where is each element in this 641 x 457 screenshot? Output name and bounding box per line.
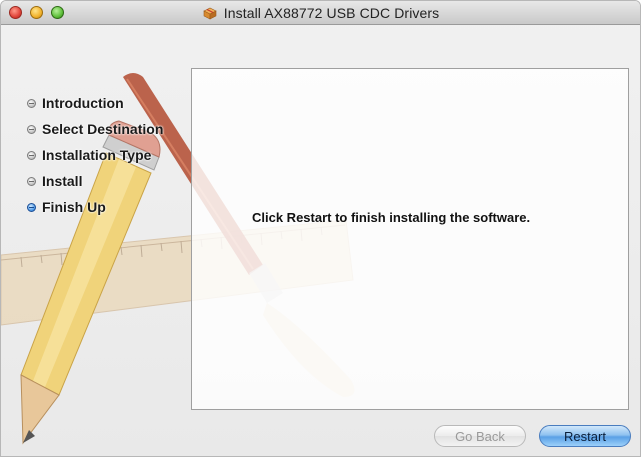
content-pane: Click Restart to finish installing the s… (191, 68, 629, 410)
step-bullet-icon (27, 124, 36, 134)
installer-steps: Introduction Select Destination Installa… (27, 90, 163, 220)
step-finish-up: Finish Up (27, 194, 163, 220)
title-group: Install AX88772 USB CDC Drivers (1, 1, 640, 24)
step-label: Introduction (42, 95, 124, 111)
title-bar[interactable]: Install AX88772 USB CDC Drivers (1, 1, 640, 25)
window-title: Install AX88772 USB CDC Drivers (223, 4, 440, 21)
step-label: Installation Type (42, 147, 152, 163)
step-label: Finish Up (42, 199, 106, 215)
step-label: Select Destination (42, 121, 164, 137)
step-bullet-icon (27, 150, 36, 160)
step-bullet-icon (27, 176, 36, 186)
step-bullet-icon (27, 98, 36, 108)
restart-button[interactable]: Restart (539, 425, 631, 447)
step-introduction: Introduction (27, 90, 163, 116)
step-bullet-active-icon (27, 202, 36, 212)
finish-message: Click Restart to finish installing the s… (252, 210, 531, 225)
step-install: Install (27, 168, 163, 194)
go-back-button[interactable]: Go Back (434, 425, 526, 447)
package-icon (203, 7, 217, 19)
step-select-destination: Select Destination (27, 116, 163, 142)
installer-window: Install AX88772 USB CDC Drivers Introduc… (0, 0, 641, 457)
step-installation-type: Installation Type (27, 142, 163, 168)
step-label: Install (42, 173, 83, 189)
